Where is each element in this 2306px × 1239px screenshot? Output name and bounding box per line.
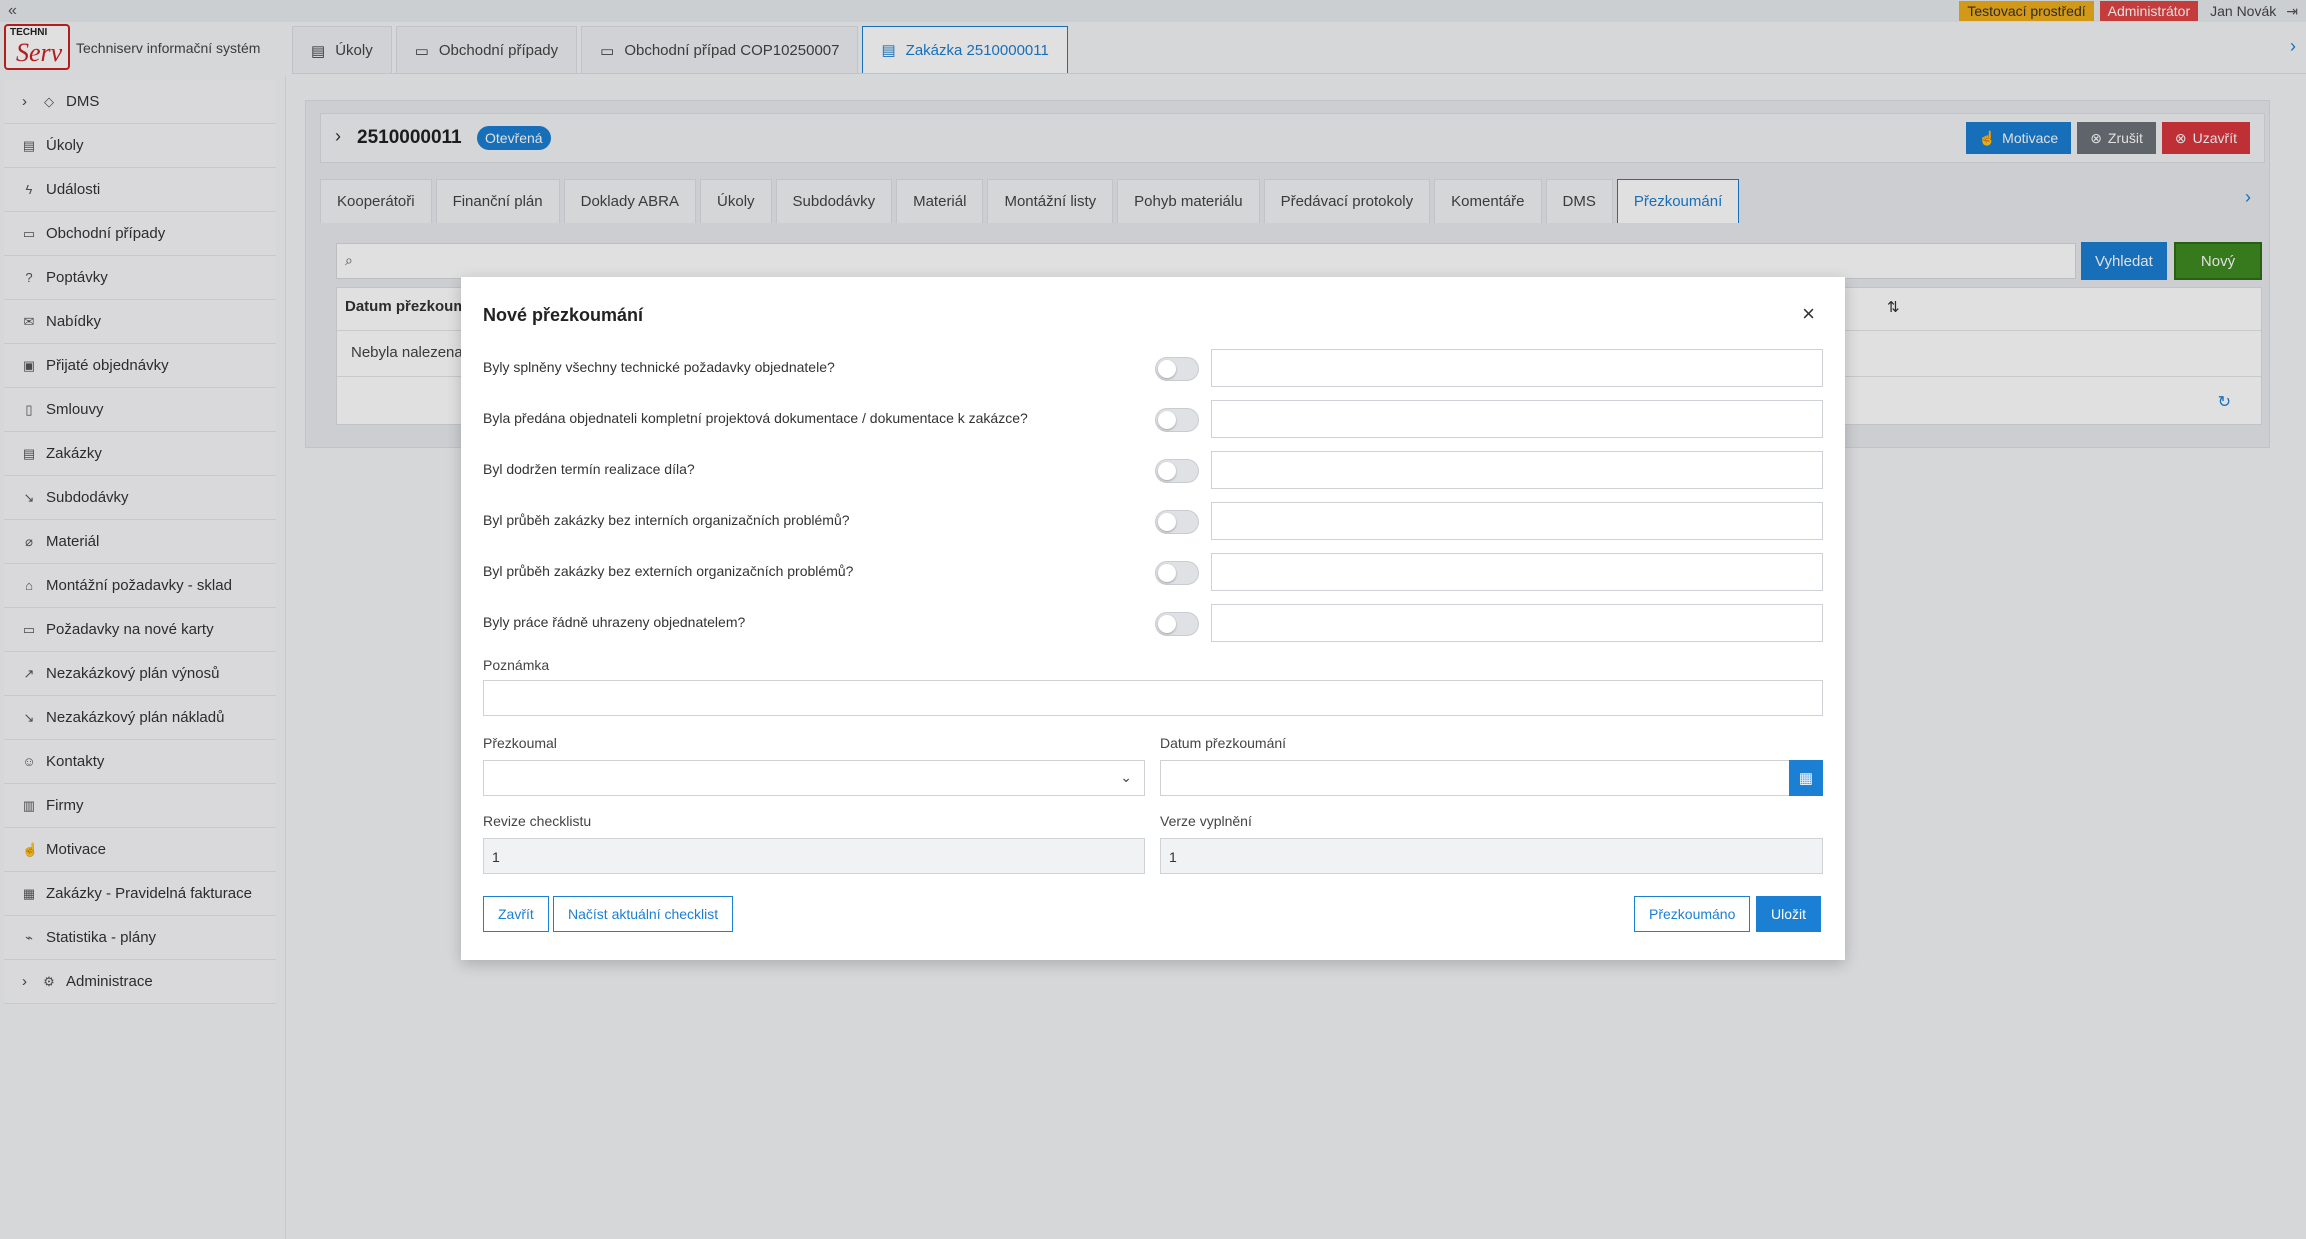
close-button[interactable]: Zavřít	[483, 896, 549, 932]
question-toggle[interactable]	[1155, 612, 1199, 636]
checklist-revision-label: Revize checklistu	[483, 813, 592, 829]
close-icon[interactable]: ×	[1802, 301, 1815, 327]
reviewed-button[interactable]: Přezkoumáno	[1634, 896, 1751, 932]
question-toggle[interactable]	[1155, 408, 1199, 432]
reviewer-select[interactable]: ⌄	[483, 760, 1145, 796]
review-date-input[interactable]	[1160, 760, 1790, 796]
question-label: Byly práce řádně uhrazeny objednatelem?	[483, 614, 746, 630]
review-date-label: Datum přezkoumání	[1160, 735, 1287, 751]
question-label: Byly splněny všechny technické požadavky…	[483, 359, 835, 375]
fill-version-field: 1	[1160, 838, 1823, 874]
question-toggle[interactable]	[1155, 459, 1199, 483]
question-row: Byly práce řádně uhrazeny objednatelem?	[483, 604, 1823, 642]
calendar-icon: ▦	[1798, 770, 1814, 787]
question-row: Byl průběh zakázky bez externích organiz…	[483, 553, 1823, 591]
question-row: Byl průběh zakázky bez interních organiz…	[483, 502, 1823, 540]
reviewer-label: Přezkoumal	[483, 735, 557, 751]
note-label: Poznámka	[483, 657, 550, 673]
question-comment-input[interactable]	[1211, 604, 1823, 642]
question-comment-input[interactable]	[1211, 553, 1823, 591]
question-comment-input[interactable]	[1211, 451, 1823, 489]
question-row: Byla předána objednateli kompletní proje…	[483, 400, 1823, 438]
calendar-button[interactable]: ▦	[1789, 760, 1823, 796]
question-comment-input[interactable]	[1211, 400, 1823, 438]
fill-version-label: Verze vyplnění	[1160, 813, 1252, 829]
save-button[interactable]: Uložit	[1756, 896, 1822, 932]
load-checklist-button[interactable]: Načíst aktuální checklist	[553, 896, 734, 932]
chevron-down-icon: ⌄	[1120, 769, 1132, 785]
question-label: Byl dodržen termín realizace díla?	[483, 461, 695, 477]
checklist-revision-field: 1	[483, 838, 1145, 874]
question-label: Byl průběh zakázky bez interních organiz…	[483, 512, 850, 528]
question-comment-input[interactable]	[1211, 349, 1823, 387]
question-toggle[interactable]	[1155, 561, 1199, 585]
dialog-title: Nové přezkoumání	[483, 305, 644, 325]
question-toggle[interactable]	[1155, 357, 1199, 381]
new-review-dialog: Nové přezkoumání × Byly splněny všechny …	[461, 277, 1845, 960]
question-toggle[interactable]	[1155, 510, 1199, 534]
question-comment-input[interactable]	[1211, 502, 1823, 540]
question-row: Byl dodržen termín realizace díla?	[483, 451, 1823, 489]
question-label: Byla předána objednateli kompletní proje…	[483, 410, 1028, 426]
question-label: Byl průběh zakázky bez externích organiz…	[483, 563, 854, 579]
question-row: Byly splněny všechny technické požadavky…	[483, 349, 1823, 387]
note-input[interactable]	[483, 680, 1823, 716]
